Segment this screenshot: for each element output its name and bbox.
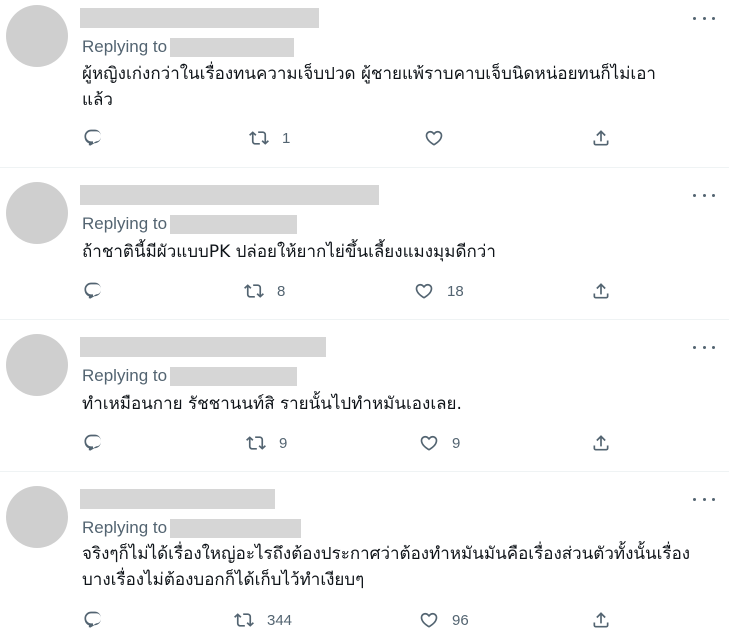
tweet-text: ผู้หญิงเก่งกว่าในเรื่องทนความเจ็บปวด ผู้… xyxy=(82,64,656,110)
heart-icon xyxy=(420,612,438,628)
replying-to-line: Replying to xyxy=(82,365,298,387)
heart-icon xyxy=(420,435,438,451)
tweet-text: จริงๆก็ไม่ได้เรื่องใหญ่อะไรถึงต้องประกาศ… xyxy=(82,544,691,590)
retweet-count: 344 xyxy=(267,611,293,629)
replying-to-label: Replying to xyxy=(82,37,168,56)
retweet-button[interactable]: 9 xyxy=(246,433,287,453)
reply-button[interactable] xyxy=(83,128,103,148)
redacted-handle[interactable] xyxy=(170,214,298,234)
redacted-author-name xyxy=(80,8,319,28)
like-count: 9 xyxy=(452,434,461,452)
retweet-icon xyxy=(244,284,264,298)
redacted-author-name xyxy=(80,337,326,357)
reply-tweet[interactable]: Replying to จริงๆก็ไม่ได้เรื่องใหญ่อะไรถ… xyxy=(0,472,729,644)
retweet-button[interactable]: 344 xyxy=(234,610,292,630)
redacted-handle[interactable] xyxy=(170,518,302,538)
retweet-button[interactable]: 8 xyxy=(244,281,285,301)
tweet-text: ทำเหมือนกาย รัชชานนท์สิ รายนั้นไปทำหมันเ… xyxy=(82,394,462,414)
retweet-button[interactable]: 1 xyxy=(249,128,290,148)
heart-icon xyxy=(415,283,433,299)
reply-icon xyxy=(84,129,102,146)
retweet-count: 8 xyxy=(277,282,286,300)
share-button[interactable] xyxy=(591,128,611,148)
like-button[interactable] xyxy=(424,128,457,148)
share-icon xyxy=(593,435,609,451)
tweet-text: ถ้าชาตินี้มีผัวแบบPK ปล่อยให้ยากไย่ขึ้นเ… xyxy=(82,242,496,262)
more-icon xyxy=(693,345,696,349)
retweet-icon xyxy=(249,131,269,145)
replying-to-label: Replying to xyxy=(82,214,168,233)
share-button[interactable] xyxy=(591,610,611,630)
reply-tweet[interactable]: Replying to ผู้หญิงเก่งกว่าในเรื่องทนควา… xyxy=(0,0,729,167)
avatar[interactable] xyxy=(6,182,68,244)
reply-button[interactable] xyxy=(83,281,103,301)
replying-to-label: Replying to xyxy=(82,366,168,385)
more-button[interactable] xyxy=(693,492,715,506)
like-button[interactable]: 18 xyxy=(414,281,464,301)
redacted-author-name xyxy=(80,185,379,205)
retweet-count: 1 xyxy=(282,129,291,147)
replying-to-line: Replying to xyxy=(82,517,302,539)
more-icon xyxy=(693,497,696,501)
reply-icon xyxy=(84,282,102,299)
replying-to-line: Replying to xyxy=(82,213,298,235)
heart-icon xyxy=(425,130,443,146)
reply-icon xyxy=(84,611,102,628)
more-icon xyxy=(693,16,696,20)
reply-button[interactable] xyxy=(83,433,103,453)
share-icon xyxy=(593,612,609,628)
like-button[interactable]: 96 xyxy=(419,610,469,630)
like-count: 18 xyxy=(447,282,464,300)
more-button[interactable] xyxy=(693,340,715,354)
redacted-author-name xyxy=(80,489,275,509)
retweet-icon xyxy=(234,613,254,627)
reply-icon xyxy=(84,434,102,451)
avatar[interactable] xyxy=(6,486,68,548)
avatar[interactable] xyxy=(6,5,68,67)
more-button[interactable] xyxy=(693,11,715,25)
more-button[interactable] xyxy=(693,188,715,202)
replying-to-line: Replying to xyxy=(82,36,295,58)
reply-tweet[interactable]: Replying to ทำเหมือนกาย รัชชานนท์สิ รายน… xyxy=(0,320,729,471)
redacted-handle[interactable] xyxy=(170,37,295,57)
share-icon xyxy=(593,283,609,299)
share-icon xyxy=(593,130,609,146)
like-count: 96 xyxy=(452,611,469,629)
replying-to-label: Replying to xyxy=(82,518,168,537)
share-button[interactable] xyxy=(591,281,611,301)
more-icon xyxy=(693,193,696,197)
avatar[interactable] xyxy=(6,334,68,396)
redacted-handle[interactable] xyxy=(170,366,298,386)
like-button[interactable]: 9 xyxy=(419,433,460,453)
share-button[interactable] xyxy=(591,433,611,453)
retweet-count: 9 xyxy=(279,434,288,452)
reply-tweet[interactable]: Replying to ถ้าชาตินี้มีผัวแบบPK ปล่อยให… xyxy=(0,168,729,319)
retweet-icon xyxy=(246,436,266,450)
reply-button[interactable] xyxy=(83,610,103,630)
